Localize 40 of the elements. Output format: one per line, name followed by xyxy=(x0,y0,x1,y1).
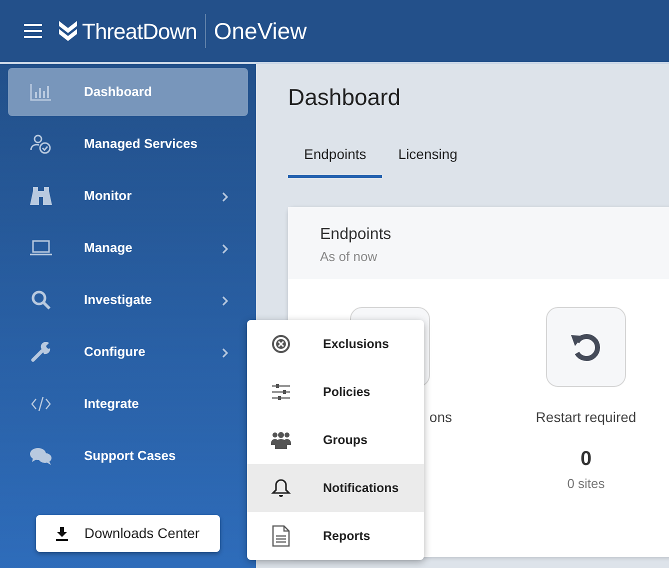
brand-name: ThreatDown xyxy=(82,18,197,46)
stat-label: Restart required xyxy=(536,408,636,427)
menu-item[interactable]: Policies xyxy=(247,368,424,416)
laptop-icon xyxy=(30,240,52,256)
chart-icon xyxy=(30,83,52,101)
menu-item[interactable]: Notifications xyxy=(247,464,424,512)
sidebar-item[interactable]: Monitor xyxy=(8,172,248,220)
sliders-icon xyxy=(271,383,291,401)
sidebar-item[interactable]: Integrate xyxy=(8,380,248,428)
page-tab[interactable]: Licensing xyxy=(382,138,474,178)
stat-value: 0 xyxy=(580,446,592,472)
menu-item[interactable]: Groups xyxy=(247,416,424,464)
downloads-button[interactable]: Downloads Center xyxy=(36,515,220,552)
card-subtitle: As of now xyxy=(320,248,378,266)
person-check-icon xyxy=(30,134,52,154)
logo-icon xyxy=(58,20,78,42)
product-name: OneView xyxy=(204,14,307,48)
sidebar-item[interactable]: Investigate xyxy=(8,276,248,324)
menu-icon[interactable] xyxy=(24,24,42,38)
search-icon xyxy=(31,290,51,310)
menu-item[interactable]: Exclusions xyxy=(247,320,424,368)
stat-subtext: 0 sites xyxy=(567,474,605,493)
sidebar-item[interactable]: Configure xyxy=(8,328,248,376)
stat-label: ons xyxy=(429,408,452,427)
menu-item[interactable]: Reports xyxy=(247,512,424,560)
binoculars-icon xyxy=(30,186,52,206)
chat-icon xyxy=(30,447,52,465)
sidebar-item[interactable]: Support Cases xyxy=(8,432,248,480)
sidebar-item[interactable]: Managed Services xyxy=(8,120,248,168)
download-icon xyxy=(56,526,68,540)
group-icon xyxy=(271,431,291,449)
page-title: Dashboard xyxy=(288,84,402,112)
document-icon xyxy=(272,525,290,547)
code-icon xyxy=(31,396,51,412)
bell-icon xyxy=(271,478,291,498)
card-title: Endpoints xyxy=(320,224,392,245)
exclusion-icon xyxy=(271,334,291,354)
sidebar-item[interactable]: Manage xyxy=(8,224,248,272)
wrench-icon xyxy=(31,342,51,362)
page-tab[interactable]: Endpoints xyxy=(288,138,382,178)
